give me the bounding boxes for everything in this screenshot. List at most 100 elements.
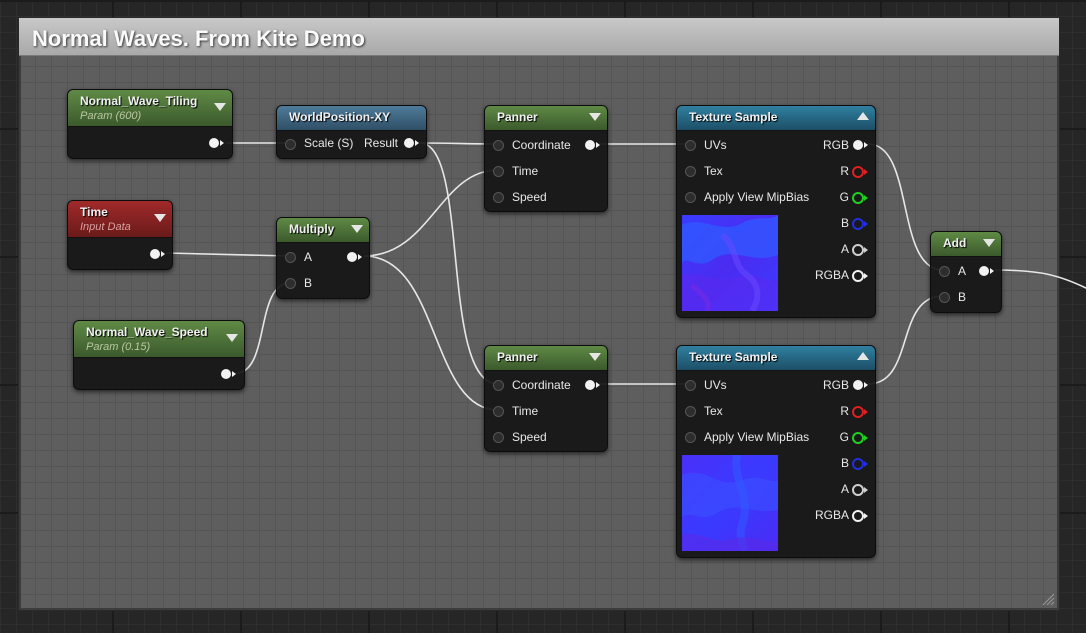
node-title: Time xyxy=(80,205,108,219)
collapse-arrow-icon[interactable] xyxy=(214,103,226,111)
collapse-arrow-icon[interactable] xyxy=(857,112,869,120)
node-title: WorldPosition-XY xyxy=(289,110,391,124)
comment-header[interactable]: Normal Waves. From Kite Demo xyxy=(19,18,1059,56)
node-add[interactable]: Add A B xyxy=(930,231,1002,313)
output-pin-r[interactable] xyxy=(852,166,868,178)
node-multiply[interactable]: Multiply A B xyxy=(276,217,370,299)
collapse-arrow-icon[interactable] xyxy=(589,113,601,121)
input-pin-a[interactable] xyxy=(939,266,950,277)
pin-label-rgb: RGB xyxy=(822,138,849,152)
node-subtitle: Param (600) xyxy=(80,110,142,122)
node-title: Normal_Wave_Speed xyxy=(86,325,208,339)
node-world-position-xy[interactable]: WorldPosition-XY Scale (S) Result xyxy=(276,105,427,159)
resize-grip-icon[interactable] xyxy=(1041,592,1055,606)
output-pin-rgba[interactable] xyxy=(852,510,868,522)
pin-label-time: Time xyxy=(512,164,539,178)
node-title: Multiply xyxy=(289,222,335,236)
output-pin[interactable] xyxy=(347,252,362,262)
pin-label-uvs: UVs xyxy=(704,378,727,392)
node-title: Texture Sample xyxy=(689,110,778,124)
input-pin-mipbias[interactable] xyxy=(685,432,696,443)
output-pin-rgba[interactable] xyxy=(852,270,868,282)
pin-label-tex: Tex xyxy=(704,404,723,418)
output-pin-g[interactable] xyxy=(852,192,868,204)
node-header: Normal_Wave_Tiling Param (600) xyxy=(68,90,232,127)
node-header: Normal_Wave_Speed Param (0.15) xyxy=(74,321,244,358)
node-header: Panner xyxy=(485,346,607,371)
node-panner-bottom[interactable]: Panner Coordinate Time Speed xyxy=(484,345,608,452)
output-pin-rgb[interactable] xyxy=(853,140,868,150)
pin-label-r: R xyxy=(840,164,849,178)
pin-label-mipbias: Apply View MipBias xyxy=(704,190,810,204)
output-pin-result[interactable] xyxy=(404,138,419,148)
input-pin-b[interactable] xyxy=(285,278,296,289)
output-pin-b[interactable] xyxy=(852,458,868,470)
pin-label-b: B xyxy=(304,276,313,290)
pin-label-a: A xyxy=(840,242,849,256)
node-panner-top[interactable]: Panner Coordinate Time Speed xyxy=(484,105,608,212)
pin-label-mipbias: Apply View MipBias xyxy=(704,430,810,444)
node-texture-sample-top[interactable]: Texture Sample UVs Tex Apply View MipBia… xyxy=(676,105,876,318)
input-pin-tex[interactable] xyxy=(685,406,696,417)
node-header: Multiply xyxy=(277,218,369,243)
output-pin[interactable] xyxy=(221,369,236,379)
input-pin-coordinate[interactable] xyxy=(493,380,504,391)
input-pin-uvs[interactable] xyxy=(685,380,696,391)
node-subtitle: Param (0.15) xyxy=(86,341,151,353)
pin-label-time: Time xyxy=(512,404,539,418)
pin-label-b: B xyxy=(840,456,849,470)
collapse-arrow-icon[interactable] xyxy=(351,225,363,233)
pin-label-coordinate: Coordinate xyxy=(512,378,571,392)
input-pin-scale[interactable] xyxy=(285,139,296,150)
output-pin[interactable] xyxy=(585,380,600,390)
output-pin[interactable] xyxy=(150,249,165,259)
output-pin-g[interactable] xyxy=(852,432,868,444)
node-subtitle: Input Data xyxy=(80,221,131,233)
node-header: Panner xyxy=(485,106,607,131)
input-pin-mipbias[interactable] xyxy=(685,192,696,203)
output-pin[interactable] xyxy=(585,140,600,150)
node-header: WorldPosition-XY xyxy=(277,106,426,131)
input-pin-uvs[interactable] xyxy=(685,140,696,151)
output-pin-r[interactable] xyxy=(852,406,868,418)
pin-label-a: A xyxy=(840,482,849,496)
node-texture-sample-bottom[interactable]: Texture Sample UVs Tex Apply View MipBia… xyxy=(676,345,876,558)
collapse-arrow-icon[interactable] xyxy=(154,214,166,222)
output-pin[interactable] xyxy=(979,266,994,276)
pin-label-b: B xyxy=(840,216,849,230)
node-header: Texture Sample xyxy=(677,106,875,131)
output-pin-a[interactable] xyxy=(852,484,868,496)
node-title: Panner xyxy=(497,350,538,364)
pin-label-speed: Speed xyxy=(512,430,547,444)
input-pin-speed[interactable] xyxy=(493,192,504,203)
pin-label-speed: Speed xyxy=(512,190,547,204)
pin-label-a: A xyxy=(958,264,967,278)
input-pin-coordinate[interactable] xyxy=(493,140,504,151)
pin-label-g: G xyxy=(839,430,849,444)
node-title: Normal_Wave_Tiling xyxy=(80,94,198,108)
node-header: Add xyxy=(931,232,1001,257)
output-pin-b[interactable] xyxy=(852,218,868,230)
collapse-arrow-icon[interactable] xyxy=(983,239,995,247)
node-time[interactable]: Time Input Data xyxy=(67,200,173,270)
pin-label-uvs: UVs xyxy=(704,138,727,152)
input-pin-time[interactable] xyxy=(493,406,504,417)
pin-label-r: R xyxy=(840,404,849,418)
node-title: Panner xyxy=(497,110,538,124)
input-pin-b[interactable] xyxy=(939,292,950,303)
input-pin-time[interactable] xyxy=(493,166,504,177)
output-pin-rgb[interactable] xyxy=(853,380,868,390)
collapse-arrow-icon[interactable] xyxy=(589,353,601,361)
node-normal-wave-tiling[interactable]: Normal_Wave_Tiling Param (600) xyxy=(67,89,233,159)
input-pin-speed[interactable] xyxy=(493,432,504,443)
output-pin-a[interactable] xyxy=(852,244,868,256)
pin-label-scale: Scale (S) xyxy=(304,136,354,150)
input-pin-a[interactable] xyxy=(285,252,296,263)
output-pin[interactable] xyxy=(209,138,224,148)
node-normal-wave-speed[interactable]: Normal_Wave_Speed Param (0.15) xyxy=(73,320,245,390)
comment-title: Normal Waves. From Kite Demo xyxy=(32,26,365,51)
input-pin-tex[interactable] xyxy=(685,166,696,177)
collapse-arrow-icon[interactable] xyxy=(226,334,238,342)
collapse-arrow-icon[interactable] xyxy=(857,352,869,360)
pin-label-tex: Tex xyxy=(704,164,723,178)
